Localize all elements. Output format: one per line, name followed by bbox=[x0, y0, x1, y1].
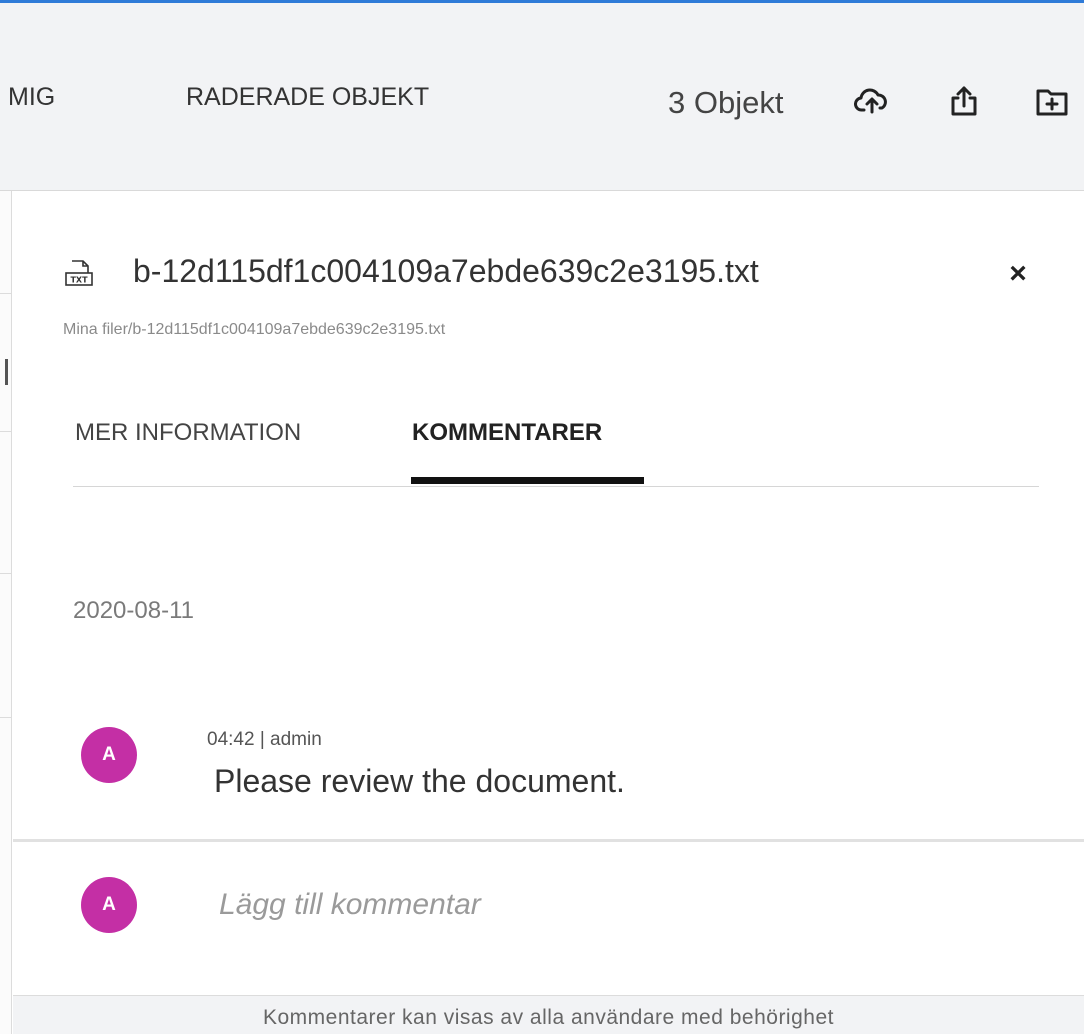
details-panel: TXT b-12d115df1c004109a7ebde639c2e3195.t… bbox=[13, 191, 1084, 1034]
new-folder-icon[interactable] bbox=[1030, 79, 1074, 123]
avatar: A bbox=[81, 877, 137, 933]
avatar: A bbox=[81, 727, 137, 783]
cloud-upload-icon[interactable] bbox=[850, 79, 894, 123]
tab-comments[interactable]: KOMMENTARER bbox=[412, 419, 602, 447]
divider bbox=[13, 839, 1084, 842]
list-edge bbox=[0, 191, 12, 1034]
row-separator bbox=[0, 431, 12, 432]
close-button[interactable]: × bbox=[1003, 259, 1033, 289]
share-upload-icon[interactable] bbox=[942, 79, 986, 123]
file-path: Mina filer/b-12d115df1c004109a7ebde639c2… bbox=[63, 321, 446, 338]
add-comment-input[interactable] bbox=[219, 879, 1039, 931]
nav-tab-shared-with-me[interactable]: MIG bbox=[8, 83, 55, 112]
comment-date: 2020-08-11 bbox=[73, 597, 194, 624]
active-tab-indicator bbox=[411, 477, 644, 484]
txt-file-icon: TXT bbox=[63, 257, 95, 289]
tab-more-information[interactable]: MER INFORMATION bbox=[75, 419, 301, 447]
comment-meta: 04:42 | admin bbox=[207, 729, 322, 750]
svg-text:TXT: TXT bbox=[70, 276, 88, 285]
item-count: 3 Objekt bbox=[668, 85, 784, 120]
toolbar: MIG RADERADE OBJEKT 3 Objekt bbox=[0, 3, 1084, 191]
row-separator bbox=[0, 717, 12, 718]
file-name: b-12d115df1c004109a7ebde639c2e3195.txt bbox=[133, 253, 759, 289]
comment-text: Please review the document. bbox=[214, 763, 625, 799]
column-handle[interactable] bbox=[5, 359, 8, 385]
row-separator bbox=[0, 573, 12, 574]
nav-tab-deleted-items[interactable]: RADERADE OBJEKT bbox=[186, 83, 429, 112]
comments-visibility-note: Kommentarer kan visas av alla användare … bbox=[13, 995, 1084, 1034]
tab-bar: MER INFORMATION KOMMENTARER bbox=[73, 391, 1039, 487]
row-separator bbox=[0, 293, 12, 294]
